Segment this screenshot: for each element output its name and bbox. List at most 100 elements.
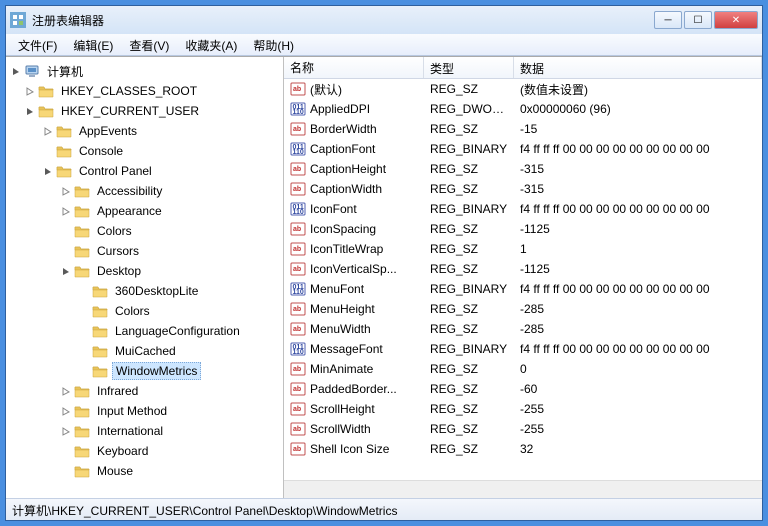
string-icon: [290, 321, 306, 337]
expander-icon[interactable]: [78, 345, 90, 357]
list-row[interactable]: MessageFontREG_BINARYf4 ff ff ff 00 00 0…: [284, 339, 762, 359]
horizontal-scrollbar[interactable]: [284, 480, 762, 498]
list-body[interactable]: (默认)REG_SZ(数值未设置)AppliedDPIREG_DWORD0x00…: [284, 79, 762, 480]
expander-icon[interactable]: [78, 285, 90, 297]
tree-node-computer[interactable]: 计算机: [6, 61, 283, 81]
minimize-button[interactable]: ─: [654, 11, 682, 29]
expander-icon[interactable]: [60, 465, 72, 477]
value-type: REG_SZ: [424, 302, 514, 316]
menu-file[interactable]: 文件(F): [10, 34, 65, 55]
tree-node-input-method[interactable]: Input Method: [60, 401, 283, 421]
tree-node-console[interactable]: Console: [42, 141, 283, 161]
tree-node-hkcu[interactable]: HKEY_CURRENT_USER: [24, 101, 283, 121]
value-name: PaddedBorder...: [310, 382, 397, 396]
tree-node-langconfig[interactable]: LanguageConfiguration: [78, 321, 283, 341]
list-row[interactable]: Shell Icon SizeREG_SZ32: [284, 439, 762, 459]
tree-node-colors[interactable]: Colors: [60, 221, 283, 241]
tree-node-desktop[interactable]: Desktop: [60, 261, 283, 281]
string-icon: [290, 241, 306, 257]
list-row[interactable]: MinAnimate REG_SZ0: [284, 359, 762, 379]
value-data: f4 ff ff ff 00 00 00 00 00 00 00 00 00: [514, 342, 762, 356]
expander-icon[interactable]: [60, 185, 72, 197]
value-name: CaptionHeight: [310, 162, 386, 176]
list-row[interactable]: MenuFontREG_BINARYf4 ff ff ff 00 00 00 0…: [284, 279, 762, 299]
expander-icon[interactable]: [10, 65, 22, 77]
value-name-cell: Shell Icon Size: [284, 441, 424, 457]
value-data: 0: [514, 362, 762, 376]
tree-node-cursors[interactable]: Cursors: [60, 241, 283, 261]
expander-icon[interactable]: [24, 105, 36, 117]
list-row[interactable]: ScrollWidthREG_SZ-255: [284, 419, 762, 439]
list-row[interactable]: CaptionFontREG_BINARYf4 ff ff ff 00 00 0…: [284, 139, 762, 159]
expander-icon[interactable]: [60, 205, 72, 217]
tree-node-infrared[interactable]: Infrared: [60, 381, 283, 401]
list-row[interactable]: PaddedBorder...REG_SZ-60: [284, 379, 762, 399]
folder-icon: [38, 103, 54, 119]
list-row[interactable]: IconFontREG_BINARYf4 ff ff ff 00 00 00 0…: [284, 199, 762, 219]
col-header-data[interactable]: 数据: [514, 57, 762, 78]
expander-icon[interactable]: [78, 325, 90, 337]
menu-view[interactable]: 查看(V): [121, 34, 177, 55]
close-button[interactable]: ✕: [714, 11, 758, 29]
list-row[interactable]: AppliedDPIREG_DWORD0x00000060 (96): [284, 99, 762, 119]
value-name: MenuWidth: [310, 322, 371, 336]
expander-icon[interactable]: [78, 305, 90, 317]
expander-icon[interactable]: [42, 145, 54, 157]
tree-node-international[interactable]: International: [60, 421, 283, 441]
value-data: -315: [514, 162, 762, 176]
expander-icon[interactable]: [42, 165, 54, 177]
expander-icon[interactable]: [60, 385, 72, 397]
tree-node-keyboard[interactable]: Keyboard: [60, 441, 283, 461]
expander-icon[interactable]: [60, 425, 72, 437]
list-row[interactable]: MenuHeightREG_SZ-285: [284, 299, 762, 319]
binary-icon: [290, 341, 306, 357]
expander-icon[interactable]: [60, 405, 72, 417]
value-data: f4 ff ff ff 00 00 00 00 00 00 00 00 00: [514, 142, 762, 156]
value-data: -1125: [514, 262, 762, 276]
tree-node-accessibility[interactable]: Accessibility: [60, 181, 283, 201]
expander-icon[interactable]: [60, 265, 72, 277]
value-name: MenuFont: [310, 282, 364, 296]
expander-icon[interactable]: [42, 125, 54, 137]
list-row[interactable]: BorderWidthREG_SZ-15: [284, 119, 762, 139]
tree-label: MuiCached: [112, 343, 179, 359]
titlebar[interactable]: 注册表编辑器 ─ ☐ ✕: [6, 6, 762, 34]
expander-icon[interactable]: [24, 85, 36, 97]
binary-icon: [290, 201, 306, 217]
tree-node-appevents[interactable]: AppEvents: [42, 121, 283, 141]
menu-edit[interactable]: 编辑(E): [65, 34, 121, 55]
expander-icon[interactable]: [60, 225, 72, 237]
tree-node-appearance[interactable]: Appearance: [60, 201, 283, 221]
tree-node-mouse[interactable]: Mouse: [60, 461, 283, 481]
maximize-button[interactable]: ☐: [684, 11, 712, 29]
tree-pane[interactable]: 计算机 HKEY_CLASSES_ROOT HKEY_CURRENT_USER: [6, 57, 284, 498]
list-row[interactable]: CaptionWidthREG_SZ-315: [284, 179, 762, 199]
string-icon: [290, 181, 306, 197]
list-row[interactable]: IconSpacingREG_SZ-1125: [284, 219, 762, 239]
list-row[interactable]: CaptionHeightREG_SZ-315: [284, 159, 762, 179]
expander-icon[interactable]: [60, 445, 72, 457]
value-name: MinAnimate: [310, 362, 373, 376]
expander-icon[interactable]: [78, 365, 90, 377]
binary-icon: [290, 141, 306, 157]
list-row[interactable]: IconTitleWrapREG_SZ1: [284, 239, 762, 259]
tree-node-windowmetrics[interactable]: WindowMetrics: [78, 361, 283, 381]
tree-node-hkcr[interactable]: HKEY_CLASSES_ROOT: [24, 81, 283, 101]
tree-node-muicached[interactable]: MuiCached: [78, 341, 283, 361]
list-row[interactable]: ScrollHeightREG_SZ-255: [284, 399, 762, 419]
expander-icon[interactable]: [60, 245, 72, 257]
folder-icon: [92, 323, 108, 339]
tree-node-desktop-colors[interactable]: Colors: [78, 301, 283, 321]
menu-favorites[interactable]: 收藏夹(A): [177, 34, 245, 55]
col-header-name[interactable]: 名称: [284, 57, 424, 78]
tree-label: Infrared: [94, 383, 141, 399]
value-type: REG_SZ: [424, 362, 514, 376]
tree-label: Colors: [112, 303, 153, 319]
col-header-type[interactable]: 类型: [424, 57, 514, 78]
menu-help[interactable]: 帮助(H): [245, 34, 302, 55]
list-row[interactable]: MenuWidthREG_SZ-285: [284, 319, 762, 339]
tree-node-control-panel[interactable]: Control Panel: [42, 161, 283, 181]
list-row[interactable]: (默认)REG_SZ(数值未设置): [284, 79, 762, 99]
list-row[interactable]: IconVerticalSp...REG_SZ-1125: [284, 259, 762, 279]
tree-node-360desktoplite[interactable]: 360DesktopLite: [78, 281, 283, 301]
